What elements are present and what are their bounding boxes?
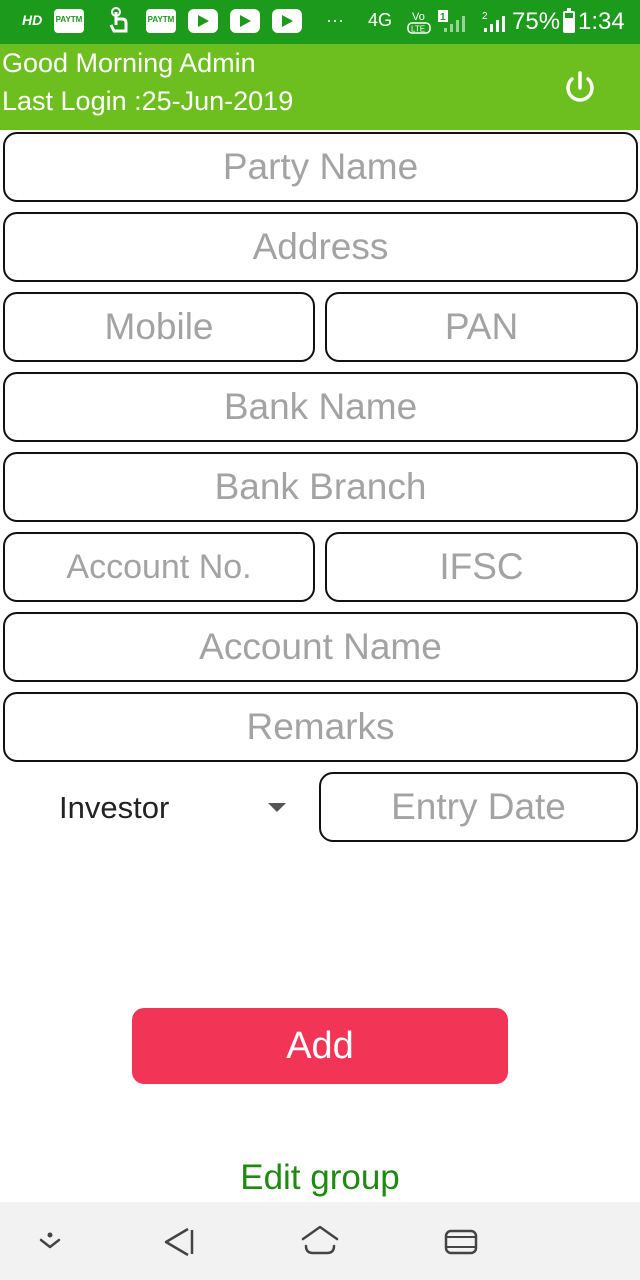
- pan-placeholder: PAN: [444, 306, 519, 347]
- account-name-field[interactable]: Account Name: [3, 612, 638, 682]
- party-name-field[interactable]: Party Name: [3, 132, 638, 202]
- volte-icon: Vo LTE: [407, 11, 431, 34]
- svg-text:2: 2: [482, 11, 488, 22]
- mobile-field[interactable]: Mobile: [3, 292, 315, 362]
- hd-indicator: HD: [22, 12, 43, 28]
- paytm-notification-icon: PAYTM: [54, 9, 84, 33]
- back-icon[interactable]: [162, 1226, 196, 1258]
- edit-group-link[interactable]: Edit group: [0, 1158, 640, 1198]
- entry-date-placeholder: Entry Date: [391, 786, 566, 827]
- last-login-text: Last Login :25-Jun-2019: [2, 86, 294, 116]
- network-type: 4G: [368, 10, 393, 30]
- clock: 1:34: [578, 8, 625, 35]
- address-field[interactable]: Address: [3, 212, 638, 282]
- signal-sim1-icon: 1: [438, 10, 465, 32]
- entry-date-field[interactable]: Entry Date: [319, 772, 638, 842]
- mobile-placeholder: Mobile: [104, 306, 214, 347]
- chevron-down-icon[interactable]: [36, 1232, 64, 1252]
- dropdown-arrow-icon: [268, 803, 286, 812]
- ifsc-field[interactable]: IFSC: [325, 532, 638, 602]
- bank-branch-placeholder: Bank Branch: [214, 466, 427, 507]
- type-dropdown[interactable]: Investor: [3, 772, 303, 842]
- app-header: Good Morning Admin Last Login :25-Jun-20…: [0, 44, 640, 130]
- status-bar: HD PAYTM PAYTM ··· 4G Vo LTE 1 2 75% 1:3…: [0, 0, 640, 44]
- home-icon[interactable]: [300, 1224, 340, 1256]
- system-nav-bar: [0, 1202, 640, 1280]
- account-no-field[interactable]: Account No.: [3, 532, 315, 602]
- account-no-placeholder: Account No.: [66, 547, 252, 586]
- remarks-field[interactable]: Remarks: [3, 692, 638, 762]
- svg-text:Vo: Vo: [412, 11, 425, 23]
- bank-name-field[interactable]: Bank Name: [3, 372, 638, 442]
- youtube-notification-icon: [230, 9, 260, 33]
- youtube-notification-icon: [188, 9, 218, 33]
- svg-text:LTE: LTE: [411, 25, 425, 34]
- add-button[interactable]: Add: [132, 1008, 508, 1084]
- svg-text:1: 1: [440, 12, 446, 23]
- greeting-text: Good Morning Admin: [2, 48, 256, 78]
- account-name-placeholder: Account Name: [199, 626, 442, 667]
- party-name-placeholder: Party Name: [222, 146, 419, 187]
- battery-percent: 75%: [512, 8, 561, 35]
- battery-icon: [563, 8, 575, 33]
- bank-branch-field[interactable]: Bank Branch: [3, 452, 638, 522]
- address-placeholder: Address: [252, 226, 389, 267]
- signal-sim2-icon: 2: [482, 11, 505, 32]
- bank-name-placeholder: Bank Name: [223, 386, 418, 427]
- pan-field[interactable]: PAN: [325, 292, 638, 362]
- youtube-notification-icon: [272, 9, 302, 33]
- power-icon[interactable]: [560, 68, 600, 108]
- recents-icon[interactable]: [444, 1228, 478, 1256]
- remarks-placeholder: Remarks: [246, 706, 395, 747]
- type-selected-value: Investor: [59, 790, 170, 825]
- battery-level: [565, 17, 573, 31]
- paytm-notification-icon: PAYTM: [146, 9, 176, 33]
- ifsc-placeholder: IFSC: [439, 546, 524, 587]
- more-notifications-icon: ···: [326, 10, 344, 30]
- add-button-label: Add: [286, 1024, 354, 1067]
- touch-notification-icon: [109, 7, 128, 33]
